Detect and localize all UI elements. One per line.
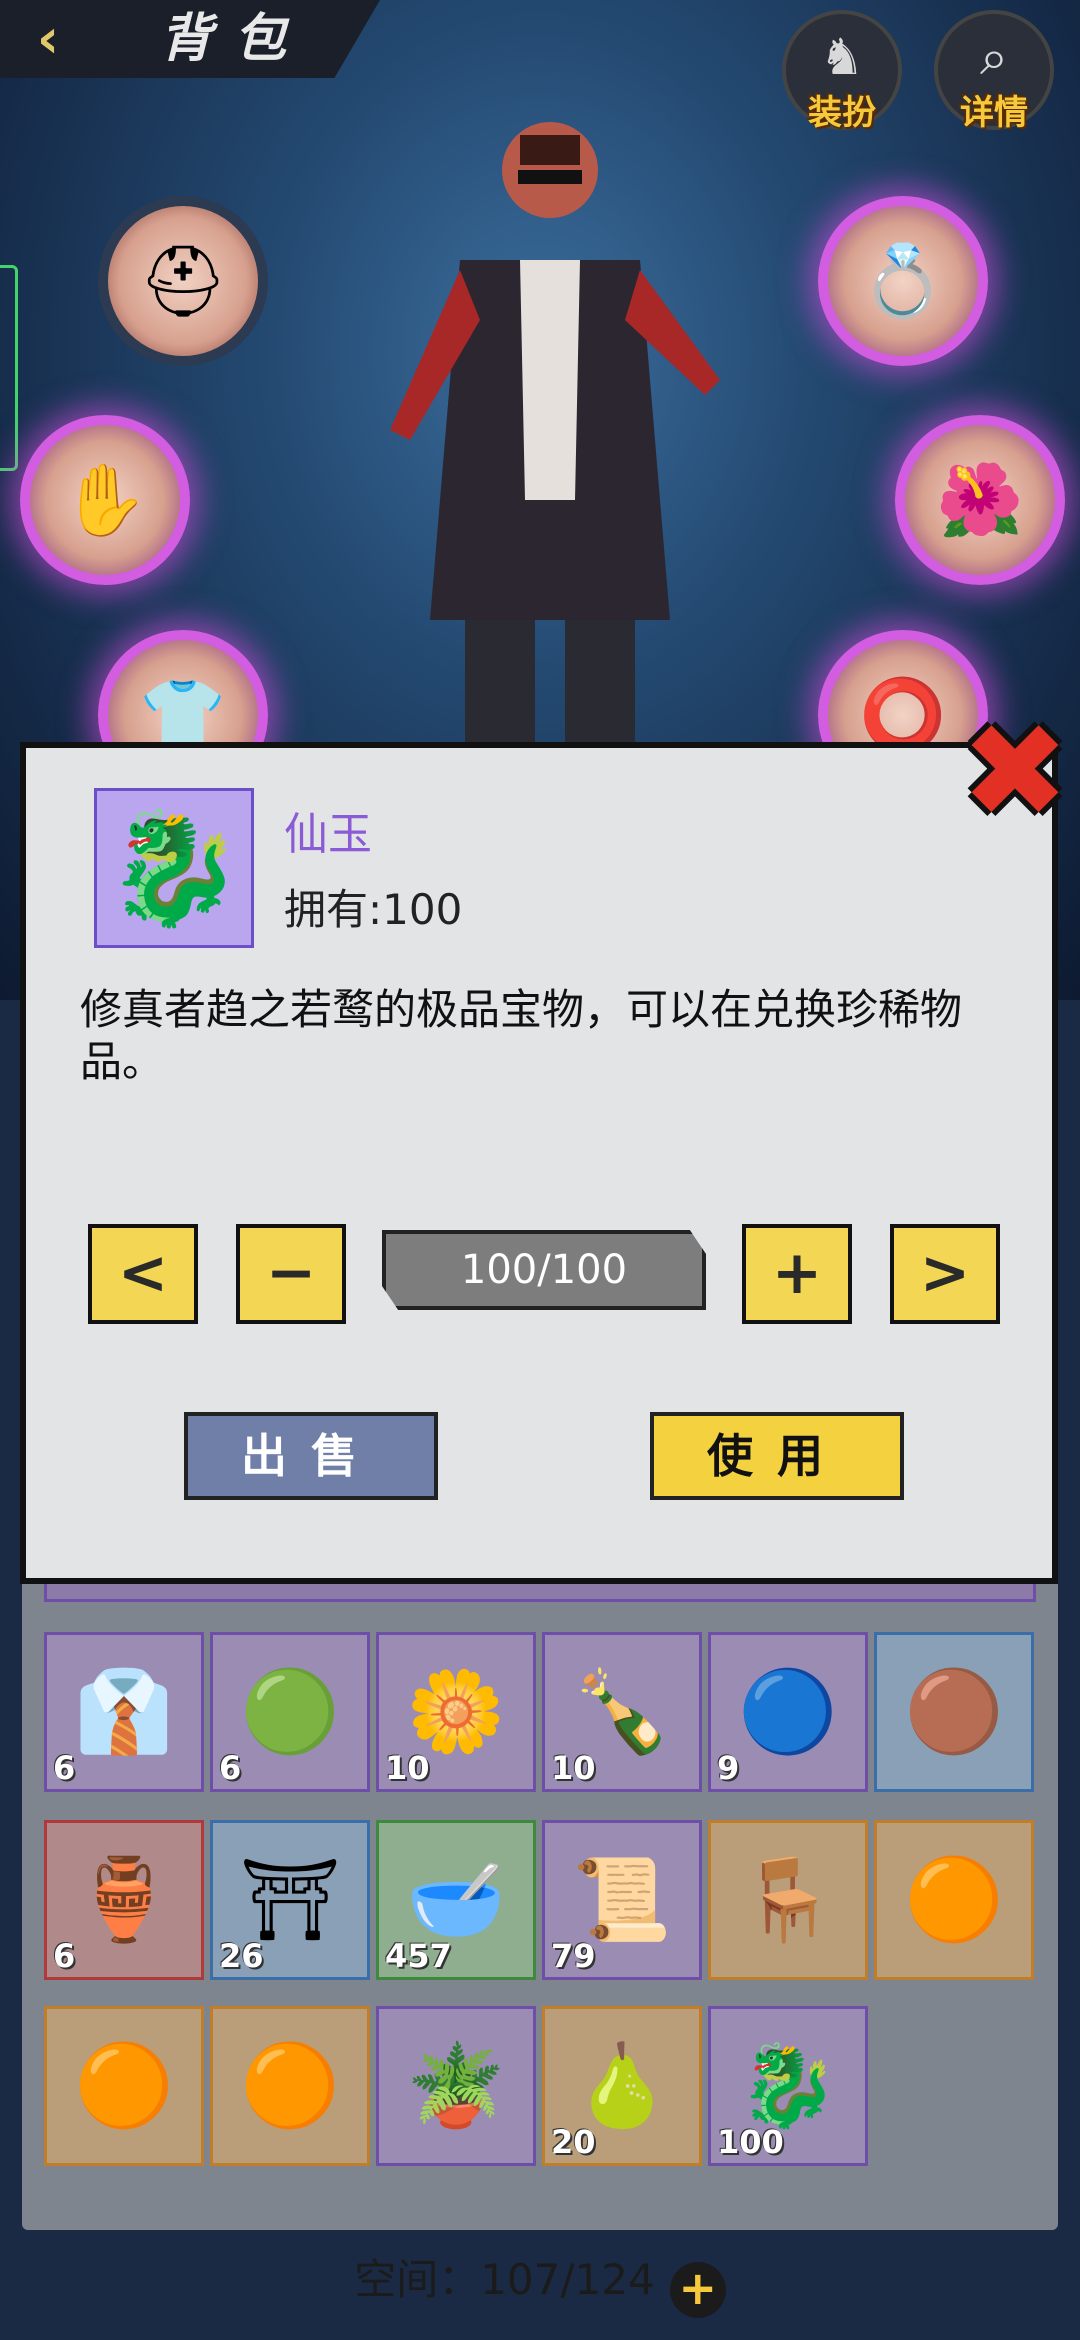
cloud-orb-icon: 🟠 (904, 1853, 1004, 1946)
inventory-cell[interactable]: 🍐 20 (542, 2006, 702, 2166)
inventory-cell[interactable]: 🟠 (874, 1820, 1034, 1980)
cloud-orb-icon: 🟠 (240, 2039, 340, 2132)
item-count: 6 (219, 1749, 242, 1787)
item-count: 10 (551, 1749, 596, 1787)
inventory-cell[interactable]: ⛩ 26 (210, 1820, 370, 1980)
item-count: 79 (551, 1937, 596, 1975)
inventory-cell[interactable]: 🌼 10 (376, 1632, 536, 1792)
amulet-icon: 🌺 (936, 458, 1024, 541)
item-owned-count: 拥有:100 (284, 885, 463, 934)
gloves-icon: ✋ (61, 458, 149, 541)
details-button[interactable]: ⌕ 详情 (934, 10, 1054, 133)
item-count: 26 (219, 1937, 264, 1975)
gold-orb-icon: 🟤 (904, 1665, 1004, 1758)
item-name: 仙玉 (284, 809, 372, 860)
helmet-icon: ⛑ (138, 239, 228, 322)
cloud-orb-icon: 🟠 (74, 2039, 174, 2132)
previous-item-button[interactable]: < (88, 1224, 198, 1324)
close-icon: ✖ (960, 695, 1070, 847)
inventory-cell[interactable]: 🐉 100 (708, 2006, 868, 2166)
inventory-cell[interactable]: 📜 79 (542, 1820, 702, 1980)
back-button[interactable]: ‹ (8, 6, 88, 72)
use-button[interactable]: 使用 (650, 1412, 904, 1500)
plus-circle-icon: + (678, 2260, 718, 2315)
item-count: 100 (717, 2123, 784, 2161)
inventory-cell[interactable]: 🏺 6 (44, 1820, 204, 1980)
item-description: 修真者趋之若鹜的极品宝物，可以在兑换珍稀物品。 (80, 985, 963, 1086)
bamboo-table-icon: 🪴 (406, 2039, 506, 2132)
equip-slot-ring[interactable]: 💍 (818, 196, 988, 366)
chevron-right-icon: > (919, 1238, 971, 1308)
details-label: 详情 (960, 93, 1028, 133)
inventory-cell[interactable]: 🪴 (376, 2006, 536, 2166)
hood-icon: ♞ (819, 28, 865, 86)
inventory-capacity: 空间：107/124 + (0, 2240, 1080, 2320)
inventory-cell[interactable]: 🥣 457 (376, 1820, 536, 1980)
decrease-quantity-button[interactable]: − (236, 1224, 346, 1324)
item-detail-dialog: 🐉 仙玉 拥有:100 修真者趋之若鹜的极品宝物，可以在兑换珍稀物品。 < − … (20, 742, 1058, 1584)
inventory-cell[interactable]: 🟢 6 (210, 1632, 370, 1792)
inventory-cell[interactable]: 🍾 10 (542, 1632, 702, 1792)
item-count: 457 (385, 1937, 452, 1975)
inventory-cell[interactable]: 🟤 (874, 1632, 1034, 1792)
quantity-field[interactable]: 100/100 (382, 1230, 706, 1310)
dress-up-label: 装扮 (808, 93, 876, 133)
item-count: 10 (385, 1749, 430, 1787)
increase-quantity-button[interactable]: + (742, 1224, 852, 1324)
chevron-left-icon: < (117, 1238, 169, 1308)
magnifier-icon: ⌕ (980, 28, 1008, 86)
inventory-cell[interactable]: 🔵 9 (708, 1632, 868, 1792)
inventory-cell[interactable]: 👔 6 (44, 1632, 204, 1792)
jade-dragon-icon: 🐉 (105, 803, 243, 932)
item-count: 6 (53, 1937, 76, 1975)
next-item-button[interactable]: > (890, 1224, 1000, 1324)
expand-capacity-button[interactable]: + (669, 2260, 726, 2318)
inventory-cell[interactable]: 🟠 (210, 2006, 370, 2166)
close-dialog-button[interactable]: ✖ (960, 706, 1070, 836)
item-count: 9 (717, 1749, 740, 1787)
item-icon-frame: 🐉 (94, 788, 254, 948)
equip-slot-gloves[interactable]: ✋ (20, 415, 190, 585)
equip-slot-amulet[interactable]: 🌺 (895, 415, 1065, 585)
page-title: 背包 (160, 9, 309, 69)
capacity-label: 空间：107/124 (354, 2255, 655, 2304)
item-count: 20 (551, 2123, 596, 2161)
item-count: 6 (53, 1749, 76, 1787)
inventory-cell[interactable]: 🪑 (708, 1820, 868, 1980)
sell-button[interactable]: 出售 (184, 1412, 438, 1500)
equip-slot-helmet[interactable]: ⛑ (98, 196, 268, 366)
ring-icon: 💍 (859, 239, 947, 322)
minus-icon: − (265, 1238, 317, 1308)
side-tab[interactable] (0, 265, 18, 471)
bronze-ding-icon: 🪑 (738, 1853, 838, 1946)
inventory-cell[interactable]: 🟠 (44, 2006, 204, 2166)
plus-icon: + (771, 1238, 823, 1308)
dress-up-button[interactable]: ♞ 装扮 (782, 10, 902, 133)
